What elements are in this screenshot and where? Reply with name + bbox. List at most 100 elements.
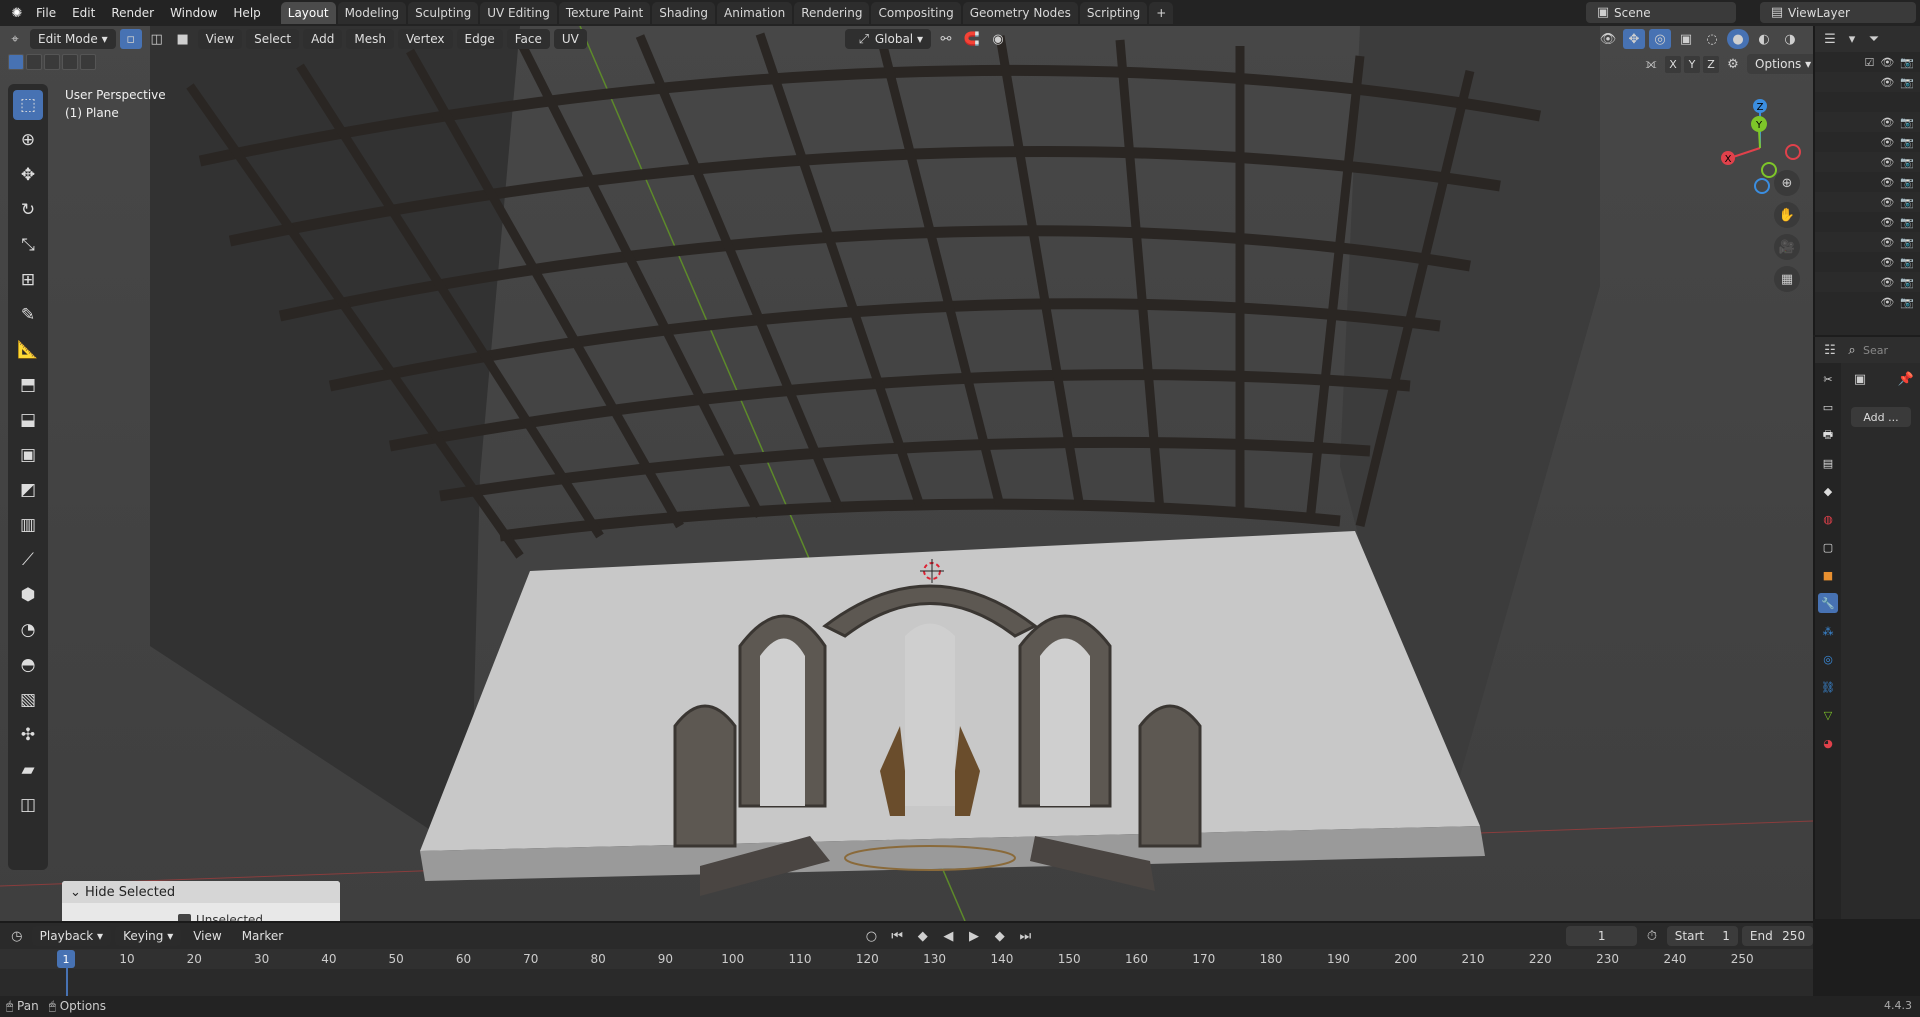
jump-end-icon[interactable]: ⏭: [1015, 926, 1037, 946]
blender-logo-icon[interactable]: ✺: [6, 3, 28, 23]
camera-icon[interactable]: 📷: [1900, 296, 1914, 309]
tab-geometry-nodes[interactable]: Geometry Nodes: [962, 2, 1078, 24]
outliner-row[interactable]: 👁 📷: [1815, 272, 1920, 292]
menu-render[interactable]: Render: [103, 6, 162, 20]
outliner-row[interactable]: 👁 📷: [1815, 212, 1920, 232]
eye-icon[interactable]: 👁: [1880, 76, 1894, 89]
properties-search-input[interactable]: Sear: [1863, 344, 1888, 357]
tab-rendering[interactable]: Rendering: [794, 2, 870, 24]
mesh-options-icon[interactable]: ⚙: [1722, 54, 1744, 74]
operator-panel-header[interactable]: ⌄ Hide Selected: [62, 881, 340, 903]
menu-keying[interactable]: Keying ▾: [115, 926, 182, 946]
menu-mesh[interactable]: Mesh: [346, 29, 394, 49]
knife-tool-icon[interactable]: ⟋: [13, 545, 43, 575]
menu-help[interactable]: Help: [225, 6, 268, 20]
current-frame-indicator[interactable]: 1: [57, 950, 75, 968]
tab-layout[interactable]: Layout: [280, 2, 336, 24]
material-shading-icon[interactable]: ◐: [1753, 29, 1775, 49]
shear-tool-icon[interactable]: ▰: [13, 755, 43, 785]
camera-icon[interactable]: 📷: [1900, 136, 1914, 149]
select-extend-icon[interactable]: [26, 54, 42, 70]
eye-icon[interactable]: 👁: [1880, 256, 1894, 269]
menu-timeline-view[interactable]: View: [185, 926, 229, 946]
snap-icon[interactable]: 🧲: [961, 29, 983, 49]
3d-viewport[interactable]: ⌖ Edit Mode ▾ ▫ ◫ ■ View Select Add Mesh…: [0, 26, 1813, 921]
outliner-row[interactable]: ☑ 👁 📷: [1815, 52, 1920, 72]
menu-edit[interactable]: Edit: [64, 6, 103, 20]
measure-tool-icon[interactable]: 📐: [13, 335, 43, 365]
eye-icon[interactable]: 👁: [1880, 236, 1894, 249]
tab-uv-editing[interactable]: UV Editing: [480, 2, 557, 24]
display-mode-icon[interactable]: ▾: [1841, 29, 1863, 49]
start-frame-field[interactable]: Start 1: [1666, 926, 1738, 946]
data-tab-icon[interactable]: ▽: [1818, 705, 1838, 725]
camera-icon[interactable]: 📷: [1900, 56, 1914, 69]
physics-tab-icon[interactable]: ◎: [1818, 649, 1838, 669]
smooth-tool-icon[interactable]: ◓: [13, 650, 43, 680]
outliner-row[interactable]: [1815, 92, 1920, 112]
select-intersect-icon[interactable]: [80, 54, 96, 70]
select-subtract-icon[interactable]: [44, 54, 60, 70]
frame-ruler[interactable]: 1102030405060708090100110120130140150160…: [0, 949, 1813, 969]
constraints-tab-icon[interactable]: ⛓: [1818, 677, 1838, 697]
output-tab-icon[interactable]: 🖶: [1818, 425, 1838, 445]
eye-icon[interactable]: 👁: [1880, 56, 1894, 69]
rotate-tool-icon[interactable]: ↻: [13, 195, 43, 225]
zoom-icon[interactable]: ⊕: [1774, 170, 1800, 196]
unselected-checkbox[interactable]: [178, 913, 191, 921]
face-select-icon[interactable]: ■: [172, 29, 194, 49]
outliner-editor-icon[interactable]: ☰: [1819, 29, 1841, 49]
bevel-tool-icon[interactable]: ◩: [13, 475, 43, 505]
wireframe-shading-icon[interactable]: ◌: [1701, 29, 1723, 49]
overlay-toggle-icon[interactable]: ◎: [1648, 29, 1671, 49]
camera-view-icon[interactable]: 🎥: [1774, 234, 1800, 260]
gizmo-neg-z-icon[interactable]: [1754, 178, 1770, 194]
outliner-row[interactable]: 👁 📷: [1815, 232, 1920, 252]
move-tool-icon[interactable]: ✥: [13, 160, 43, 190]
operator-panel[interactable]: ⌄ Hide Selected Unselected: [62, 881, 340, 921]
loop-cut-tool-icon[interactable]: ▥: [13, 510, 43, 540]
spin-tool-icon[interactable]: ◔: [13, 615, 43, 645]
world-tab-icon[interactable]: ◍: [1818, 509, 1838, 529]
camera-icon[interactable]: 📷: [1900, 76, 1914, 89]
rendered-shading-icon[interactable]: ◑: [1779, 29, 1801, 49]
particles-tab-icon[interactable]: ⁂: [1818, 621, 1838, 641]
camera-icon[interactable]: 📷: [1900, 216, 1914, 229]
tab-scripting[interactable]: Scripting: [1079, 2, 1148, 24]
outliner-row[interactable]: 👁 📷: [1815, 192, 1920, 212]
add-workspace-button[interactable]: +: [1149, 2, 1174, 24]
mirror-y-button[interactable]: Y: [1684, 55, 1700, 73]
cursor-tool-icon[interactable]: ⊕: [13, 125, 43, 155]
checkbox-icon[interactable]: ☑: [1864, 56, 1874, 69]
outliner-row[interactable]: 👁 📷: [1815, 252, 1920, 272]
menu-edge[interactable]: Edge: [456, 29, 503, 49]
material-tab-icon[interactable]: ◕: [1818, 733, 1838, 753]
outliner-row[interactable]: 👁 📷: [1815, 292, 1920, 312]
solid-shading-icon[interactable]: ●: [1726, 29, 1749, 49]
select-new-icon[interactable]: [8, 54, 24, 70]
menu-uv[interactable]: UV: [553, 29, 587, 49]
eye-icon[interactable]: 👁: [1880, 276, 1894, 289]
poly-build-tool-icon[interactable]: ⬢: [13, 580, 43, 610]
stopwatch-icon[interactable]: ⏱: [1641, 926, 1663, 946]
next-keyframe-icon[interactable]: ◆: [989, 926, 1011, 946]
object-tab-icon[interactable]: ■: [1818, 565, 1838, 585]
collapse-chevron-icon[interactable]: ⌄: [70, 885, 85, 900]
camera-icon[interactable]: 📷: [1900, 116, 1914, 129]
playhead[interactable]: [66, 968, 68, 998]
ortho-grid-icon[interactable]: ▦: [1774, 266, 1800, 292]
record-icon[interactable]: ○: [861, 926, 883, 946]
camera-icon[interactable]: 📷: [1900, 196, 1914, 209]
outliner-row[interactable]: 👁 📷: [1815, 72, 1920, 92]
eye-icon[interactable]: 👁: [1880, 196, 1894, 209]
camera-icon[interactable]: 📷: [1900, 176, 1914, 189]
tab-modeling[interactable]: Modeling: [337, 2, 407, 24]
vertex-select-icon[interactable]: ▫: [119, 29, 142, 49]
visibility-icon[interactable]: 👁: [1597, 29, 1619, 49]
proportional-edit-icon[interactable]: ◉: [987, 29, 1009, 49]
eye-icon[interactable]: 👁: [1880, 116, 1894, 129]
outliner-row[interactable]: 👁 📷: [1815, 132, 1920, 152]
select-box-tool-icon[interactable]: ⬚: [13, 90, 43, 120]
view-layer-tab-icon[interactable]: ▤: [1818, 453, 1838, 473]
scene-tab-icon[interactable]: ◆: [1818, 481, 1838, 501]
